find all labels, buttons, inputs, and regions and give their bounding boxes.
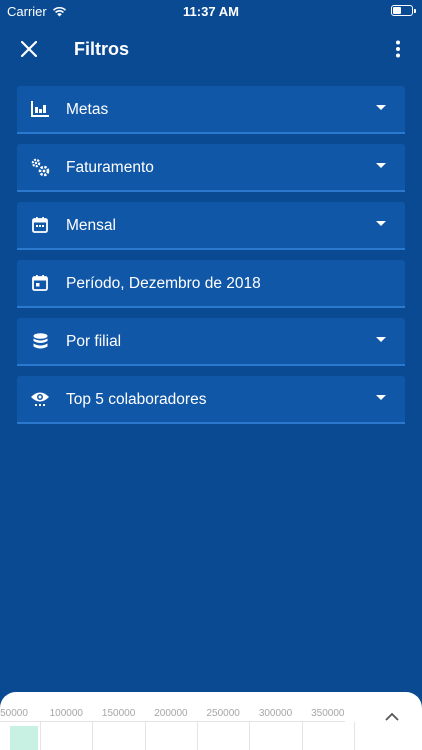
filter-label: Por filial	[66, 333, 122, 350]
x-gridline	[301, 722, 303, 750]
filter-label: Período, Dezembro de 2018	[66, 275, 261, 292]
status-time: 11:37 AM	[183, 4, 239, 19]
dropdown-arrow-icon	[376, 221, 386, 226]
more-options-button[interactable]	[386, 34, 410, 64]
x-tick-label: 100000	[49, 708, 83, 719]
chevron-up-icon	[385, 712, 399, 720]
gears-icon	[29, 156, 51, 178]
filter-label: Mensal	[66, 217, 116, 234]
calendar-event-icon	[29, 272, 51, 294]
filter-label: Top 5 colaboradores	[66, 391, 207, 408]
battery-icon	[391, 5, 416, 16]
page-title: Filtros	[74, 39, 130, 59]
filter-label: Faturamento	[66, 159, 154, 176]
chart-baseline	[0, 721, 345, 722]
close-button[interactable]	[14, 34, 44, 64]
dropdown-arrow-icon	[376, 163, 386, 168]
x-tick-label: 350000	[311, 708, 345, 719]
calendar-icon	[29, 214, 51, 236]
chart-bottom-sheet[interactable]: 50000 100000 150000 200000 250000 300000 35000…	[0, 692, 422, 750]
x-gridline	[353, 722, 355, 750]
more-vert-icon	[396, 40, 400, 58]
x-gridline	[144, 722, 146, 750]
expand-sheet-button[interactable]	[382, 706, 402, 726]
filter-mensal[interactable]: Mensal	[17, 202, 405, 250]
x-tick-label: 300000	[258, 708, 293, 719]
eye-icon	[29, 388, 51, 410]
filter-faturamento[interactable]: Faturamento	[17, 144, 405, 192]
close-icon	[21, 41, 37, 57]
filter-periodo[interactable]: Período, Dezembro de 2018	[17, 260, 405, 308]
chart-x-axis: 50000 100000 150000 200000 250000 300000 35000…	[0, 708, 360, 722]
filter-metas[interactable]: Metas	[17, 86, 405, 134]
x-gridline	[40, 722, 42, 750]
dropdown-arrow-icon	[376, 337, 386, 342]
app-bar: Filtros	[0, 22, 422, 78]
x-tick-label: 250000	[206, 708, 240, 719]
filter-top-colaboradores[interactable]: Top 5 colaboradores	[17, 376, 405, 424]
x-tick-label: 50000	[0, 708, 28, 719]
x-tick-label: 150000	[101, 708, 136, 719]
x-gridline	[197, 722, 199, 750]
status-bar: Carrier 11:37 AM	[0, 0, 422, 22]
filter-label: Metas	[66, 101, 109, 118]
chart-bar	[10, 726, 38, 750]
dropdown-arrow-icon	[376, 395, 386, 400]
x-gridline	[92, 722, 94, 750]
bar-chart-icon	[29, 98, 51, 120]
filter-por-filial[interactable]: Por filial	[17, 318, 405, 366]
dropdown-arrow-icon	[376, 105, 386, 110]
database-icon	[29, 330, 51, 352]
x-gridline	[249, 722, 251, 750]
x-tick-label: 200000	[154, 708, 188, 719]
